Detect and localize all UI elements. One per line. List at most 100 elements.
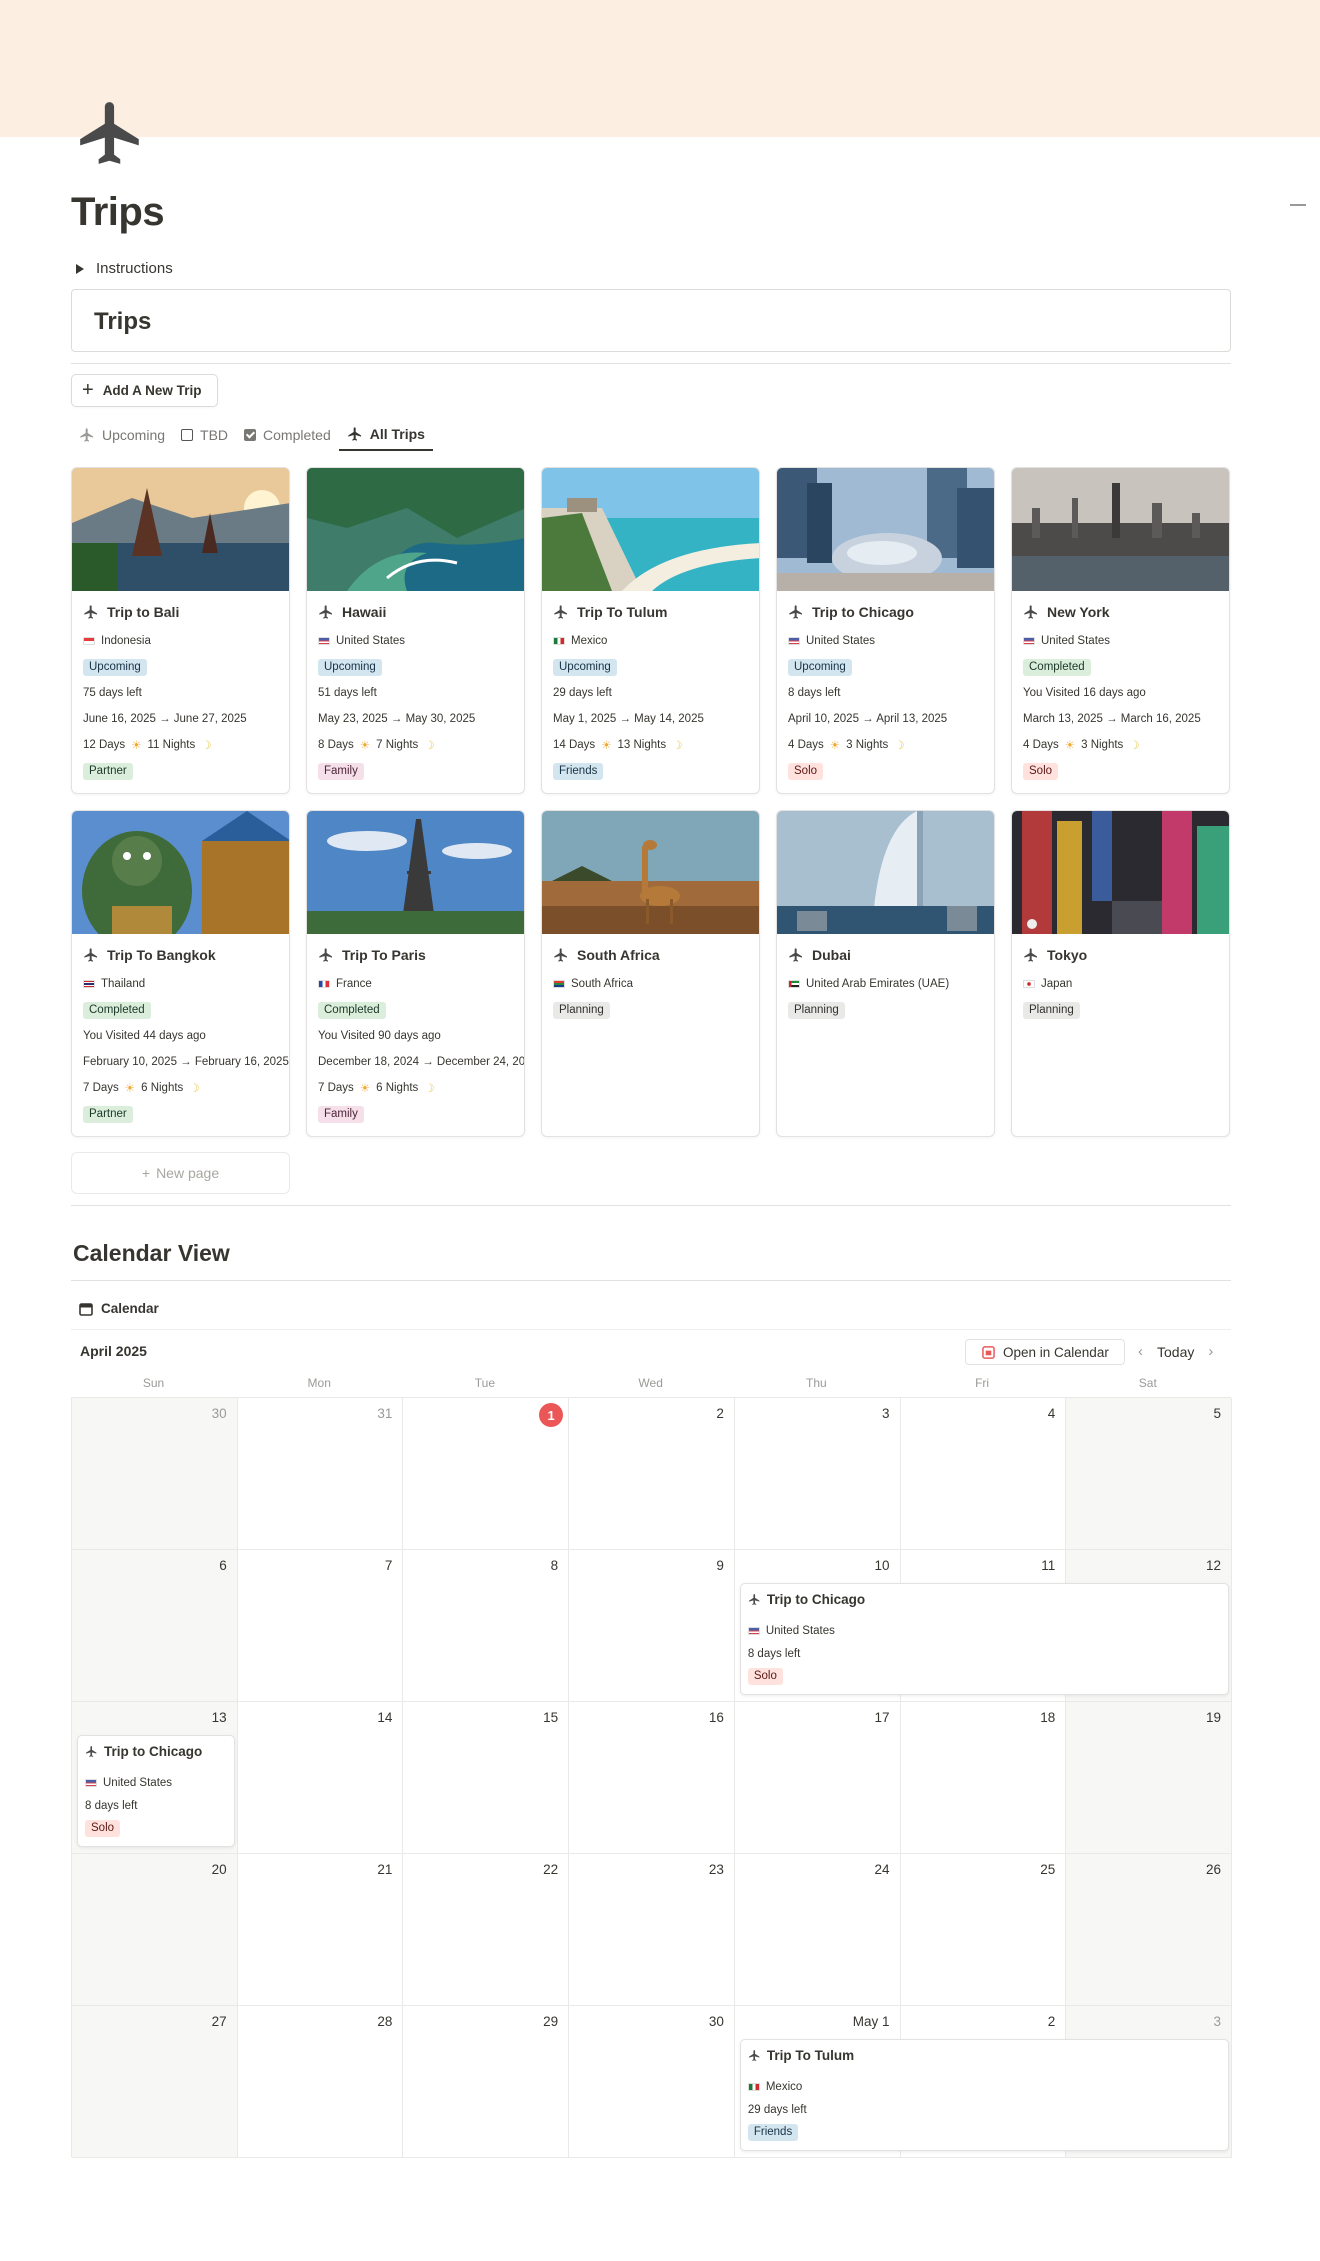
calendar-day[interactable]: 19 xyxy=(1066,1702,1232,1854)
calendar-day[interactable]: 17 xyxy=(734,1702,901,1854)
trip-card[interactable]: Trip To Bangkok Thailand Completed You Visi… xyxy=(71,810,290,1137)
add-new-trip-button[interactable]: + Add A New Trip xyxy=(71,374,218,407)
calendar-day[interactable]: 28 xyxy=(237,2006,404,2158)
open-in-calendar-button[interactable]: Open in Calendar xyxy=(965,1339,1125,1365)
calendar-day[interactable]: 27 xyxy=(72,2006,238,2158)
day-number: 4 xyxy=(1047,1406,1056,1421)
day-number: 9 xyxy=(716,1558,724,1573)
outline-toggle-icon[interactable] xyxy=(1290,204,1306,206)
event-time: 8 days left xyxy=(747,1647,801,1660)
calendar-day[interactable]: 7 xyxy=(237,1550,404,1702)
day-number: 12 xyxy=(1205,1558,1221,1573)
calendar-day[interactable]: 15 xyxy=(403,1702,570,1854)
trip-nights: 6 Nights xyxy=(376,1082,419,1094)
calendar-view-tab[interactable]: Calendar xyxy=(79,1301,159,1316)
checkbox-checked-icon xyxy=(244,428,257,441)
trip-card[interactable]: Tokyo Japan Planning xyxy=(1011,810,1230,1137)
trip-nights: 3 Nights xyxy=(846,739,889,751)
divider xyxy=(71,1205,1231,1206)
trips-callout: Trips xyxy=(71,289,1231,352)
event-country: Mexico xyxy=(765,2080,803,2093)
trip-card[interactable]: Trip to Bali Indonesia Upcoming 75 days lef… xyxy=(71,467,290,794)
calendar-event[interactable]: Trip to Chicago United States 8 days left S… xyxy=(77,1735,235,1847)
trip-card[interactable]: Trip To Paris France Completed You Visited … xyxy=(306,810,525,1137)
airplane-icon xyxy=(789,605,802,619)
calendar-day[interactable]: 4 xyxy=(900,1398,1067,1550)
calendar-day[interactable]: 2 xyxy=(569,1398,735,1550)
calendar-day[interactable]: 18 xyxy=(900,1702,1067,1854)
airplane-icon xyxy=(86,1745,97,1757)
calendar-day[interactable]: 1 xyxy=(403,1398,570,1550)
calendar-heading: Calendar View xyxy=(73,1240,230,1266)
calendar-event[interactable]: Trip to Chicago United States 8 days left S… xyxy=(739,1583,1229,1695)
calendar-day[interactable]: 25 xyxy=(900,1854,1067,2006)
calendar-day[interactable]: 20 xyxy=(72,1854,238,2006)
calendar-day[interactable]: 29 xyxy=(403,2006,570,2158)
calendar-app-icon xyxy=(982,1345,995,1359)
airplane-icon xyxy=(789,948,802,962)
tab-completed[interactable]: Completed xyxy=(236,418,339,451)
airplane-icon xyxy=(319,605,332,619)
day-number: 30 xyxy=(708,2014,724,2029)
calendar-day[interactable]: 3 xyxy=(734,1398,901,1550)
calendar-day[interactable]: 26 xyxy=(1066,1854,1232,2006)
tag-badge: Friends xyxy=(553,762,604,780)
flag-icon xyxy=(83,637,95,645)
weekday-label: Mon xyxy=(307,1376,331,1390)
calendar-day[interactable]: 14 xyxy=(237,1702,404,1854)
trip-card[interactable]: New York United States Completed You Visite… xyxy=(1011,467,1230,794)
calendar-view-label: Calendar xyxy=(101,1301,159,1316)
calendar-nav: ‹ Today › xyxy=(1138,1343,1213,1360)
trip-time: 75 days left xyxy=(83,687,142,699)
calendar-event[interactable]: Trip To Tulum Mexico 29 days left Friends xyxy=(739,2039,1229,2151)
calendar-day[interactable]: 23 xyxy=(569,1854,735,2006)
divider xyxy=(71,363,1231,364)
trip-card[interactable]: Dubai United Arab Emirates (UAE) Planning xyxy=(776,810,995,1137)
tab-upcoming[interactable]: Upcoming xyxy=(71,418,173,451)
calendar-day[interactable]: 31 xyxy=(237,1398,404,1550)
trip-cover-image xyxy=(307,811,524,934)
calendar-day[interactable]: 6 xyxy=(72,1550,238,1702)
trip-card[interactable]: Trip to Chicago United States Upcoming 8 da… xyxy=(776,467,995,794)
tab-label: Upcoming xyxy=(102,426,166,443)
trip-title: Hawaii xyxy=(342,604,387,620)
tab-all-trips[interactable]: All Trips xyxy=(338,418,433,451)
weekday-label: Thu xyxy=(806,1376,827,1390)
calendar-day[interactable]: 24 xyxy=(734,1854,901,2006)
day-number: 16 xyxy=(708,1710,724,1725)
trip-time: 51 days left xyxy=(318,687,377,699)
day-number: 18 xyxy=(1040,1710,1056,1725)
weekday-label: Tue xyxy=(474,1376,496,1390)
add-button-label: Add A New Trip xyxy=(102,383,202,398)
chevron-left-icon[interactable]: ‹ xyxy=(1138,1343,1143,1360)
tab-tbd[interactable]: TBD xyxy=(173,418,236,451)
status-badge: Completed xyxy=(1023,658,1091,676)
calendar-day[interactable]: 5 xyxy=(1066,1398,1232,1550)
trip-dates: December 18, 2024 → December 24, 2024 xyxy=(318,1056,525,1068)
calendar-day[interactable]: 30 xyxy=(72,1398,238,1550)
trip-country: Japan xyxy=(1041,978,1073,990)
calendar-day[interactable]: 21 xyxy=(237,1854,404,2006)
new-page-button[interactable]: + New page xyxy=(71,1152,290,1194)
calendar-day[interactable]: 9 xyxy=(569,1550,735,1702)
chevron-right-icon[interactable]: › xyxy=(1208,1343,1213,1360)
instructions-toggle[interactable]: Instructions xyxy=(76,260,173,277)
tag-badge: Solo xyxy=(85,1820,121,1837)
trip-cover-image xyxy=(72,468,289,591)
trip-card[interactable]: Trip To Tulum Mexico Upcoming 29 days left M… xyxy=(541,467,760,794)
event-time: 8 days left xyxy=(85,1799,138,1812)
trip-card[interactable]: Hawaii United States Upcoming 51 days left M… xyxy=(306,467,525,794)
trip-card[interactable]: South Africa South Africa Planning xyxy=(541,810,760,1137)
day-number: 28 xyxy=(377,2014,393,2029)
calendar-day[interactable]: 8 xyxy=(403,1550,570,1702)
calendar-day[interactable]: 30 xyxy=(569,2006,735,2158)
calendar-month: April 2025 xyxy=(80,1343,147,1359)
calendar-day[interactable]: 22 xyxy=(403,1854,570,2006)
event-title: Trip to Chicago xyxy=(104,1743,203,1759)
airplane-icon[interactable] xyxy=(74,96,148,170)
flag-icon xyxy=(1023,980,1035,988)
flag-icon xyxy=(553,980,565,988)
calendar-day[interactable]: 16 xyxy=(569,1702,735,1854)
today-button[interactable]: Today xyxy=(1157,1344,1194,1360)
trip-dates: May 1, 2025 → May 14, 2025 xyxy=(553,713,704,725)
